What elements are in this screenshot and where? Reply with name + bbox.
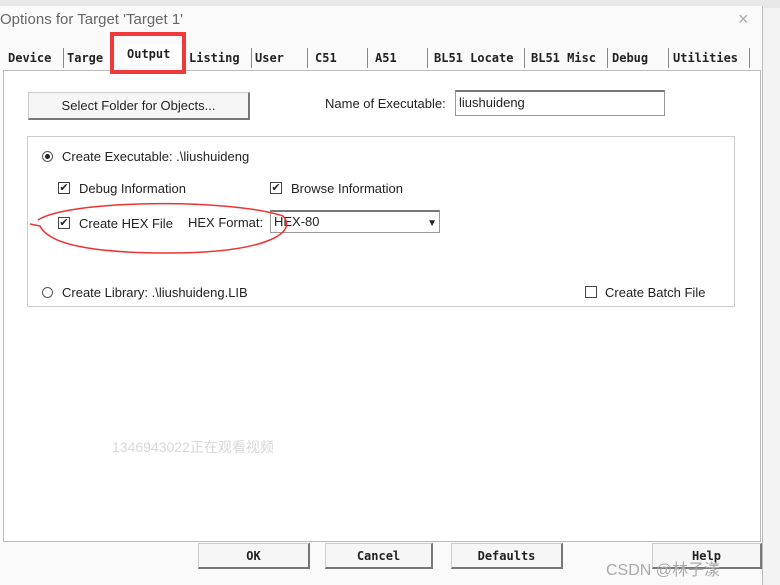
tab-device[interactable]: Device	[5, 48, 64, 68]
cancel-button[interactable]: Cancel	[325, 543, 433, 569]
create-batch-file-checkbox[interactable]	[585, 286, 597, 298]
tab-debug[interactable]: Debug	[609, 48, 669, 68]
browse-information-checkbox[interactable]: ✔	[270, 182, 282, 194]
tab-listing[interactable]: Listing	[186, 48, 252, 68]
name-of-executable-label: Name of Executable:	[325, 96, 446, 111]
create-executable-label: Create Executable: .\liushuideng	[62, 149, 250, 164]
hex-format-select[interactable]: HEX-80 ▼	[270, 210, 440, 233]
tab-utilities[interactable]: Utilities	[670, 48, 750, 68]
csdn-credit: CSDN @林子漾	[606, 562, 721, 579]
create-batch-file-label: Create Batch File	[605, 285, 706, 300]
highlight-box	[110, 32, 186, 74]
tab-target[interactable]: Targe	[64, 48, 114, 68]
red-annotation-ellipse	[29, 202, 288, 254]
close-icon[interactable]: ×	[738, 9, 749, 30]
tab-user[interactable]: User	[252, 48, 308, 68]
tab-a51[interactable]: A51	[372, 48, 428, 68]
name-of-executable-input[interactable]: liushuideng	[455, 90, 665, 116]
debug-information-label: Debug Information	[79, 181, 186, 196]
select-folder-button[interactable]: Select Folder for Objects...	[28, 92, 250, 120]
browse-information-label: Browse Information	[291, 181, 403, 196]
watermark-text: 1346943022正在观看视频	[112, 439, 274, 455]
tab-bl51-misc[interactable]: BL51 Misc	[528, 48, 608, 68]
debug-information-checkbox[interactable]: ✔	[58, 182, 70, 194]
ok-button[interactable]: OK	[198, 543, 310, 569]
defaults-button[interactable]: Defaults	[451, 543, 563, 569]
chevron-down-icon: ▼	[427, 218, 437, 229]
tab-bl51-locate[interactable]: BL51 Locate	[431, 48, 525, 68]
tab-c51[interactable]: C51	[312, 48, 368, 68]
create-library-label: Create Library: .\liushuideng.LIB	[62, 285, 248, 300]
dialog-title: Options for Target 'Target 1'	[0, 11, 184, 28]
create-library-radio[interactable]	[42, 287, 53, 298]
create-executable-radio[interactable]	[42, 151, 53, 162]
